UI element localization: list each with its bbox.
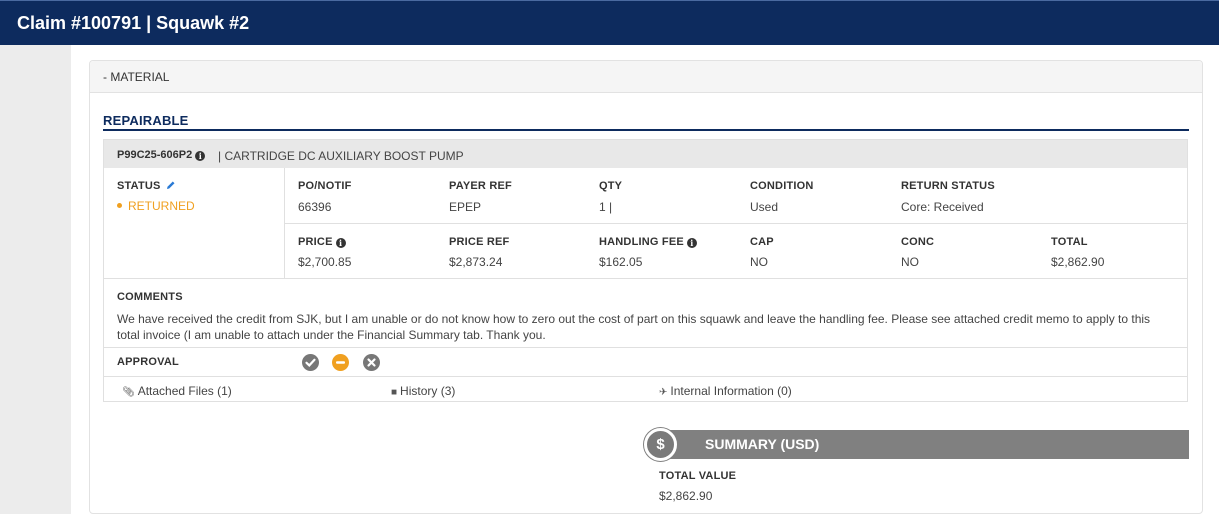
part-fields: PO/NOTIF 66396 PAYER REF EPEP QTY 1 | CO…: [285, 168, 1188, 279]
info-icon[interactable]: i: [195, 151, 206, 161]
total-label: TOTAL: [1051, 236, 1088, 248]
fields-row-2: PRICE i $2,700.85 PRICE REF $2,873.24 HAN…: [285, 224, 1188, 279]
comments-text: We have received the credit from SJK, bu…: [117, 312, 1151, 342]
po-notif-label: PO/NOTIF: [298, 180, 352, 192]
summary-total-value: $2,862.90: [659, 489, 713, 503]
handling-fee-value: $162.05: [599, 255, 643, 269]
total-value: $2,862.90: [1051, 255, 1105, 269]
attached-files-label[interactable]: Attached Files (1): [138, 384, 232, 398]
summary-total-label: TOTAL VALUE: [659, 470, 737, 482]
history-label[interactable]: History (3): [400, 384, 455, 398]
left-gutter: [0, 45, 71, 514]
paperclip-icon: 📎︎: [122, 387, 135, 398]
reject-button[interactable]: [363, 354, 380, 371]
internal-info-label[interactable]: Internal Information (0): [670, 384, 791, 398]
conc-label: CONC: [901, 236, 935, 248]
price-label-text: PRICE: [298, 236, 333, 248]
condition-value: Used: [750, 200, 779, 214]
status-label-text: STATUS: [117, 180, 161, 192]
return-status-label: RETURN STATUS: [901, 180, 995, 192]
section-title: REPAIRABLE: [103, 113, 189, 128]
status-label: STATUS: [117, 180, 176, 192]
approve-button[interactable]: [302, 354, 319, 371]
cap-value: NO: [750, 255, 768, 269]
comments-label: COMMENTS: [117, 291, 183, 303]
material-panel-title[interactable]: - MATERIAL: [103, 70, 169, 84]
approval-section: APPROVAL: [104, 348, 1187, 377]
handling-fee-label-text: HANDLING FEE: [599, 236, 684, 248]
payer-ref-label: PAYER REF: [449, 180, 512, 192]
condition-label: CONDITION: [750, 180, 814, 192]
status-column: STATUS RETURNED: [104, 168, 285, 279]
check-icon: [305, 358, 316, 367]
return-status-value: Core: Received: [901, 200, 984, 214]
summary-title: SUMMARY (USD): [705, 436, 820, 452]
price-label: PRICE i: [298, 236, 346, 248]
minus-icon: [336, 361, 345, 364]
plane-icon: ✈︎: [659, 387, 668, 398]
part-description: | CARTRIDGE DC AUXILIARY BOOST PUMP: [218, 149, 464, 163]
handling-fee-label: HANDLING FEE i: [599, 236, 697, 248]
book-icon: ■: [391, 387, 398, 398]
handling-fee-info-icon[interactable]: i: [686, 238, 697, 248]
price-ref-value: $2,873.24: [449, 255, 503, 269]
summary-header: SUMMARY (USD): [660, 430, 1189, 459]
conc-value: NO: [901, 255, 919, 269]
payer-ref-value: EPEP: [449, 200, 482, 214]
status-badge: RETURNED: [117, 199, 195, 213]
app-header: Claim #100791 | Squawk #2: [0, 0, 1219, 45]
page-title: Claim #100791 | Squawk #2: [17, 13, 250, 33]
history-link[interactable]: ■ History (3): [391, 384, 455, 398]
internal-info-link[interactable]: ✈︎ Internal Information (0): [659, 384, 792, 398]
fields-row-1: PO/NOTIF 66396 PAYER REF EPEP QTY 1 | CO…: [285, 168, 1188, 224]
status-dot-icon: [117, 203, 122, 208]
price-value: $2,700.85: [298, 255, 352, 269]
material-panel-toggle[interactable]: - MATERIAL: [90, 61, 1202, 93]
part-number: P99C25-606P2 i: [117, 149, 206, 161]
part-card: P99C25-606P2 i | CARTRIDGE DC AUXILIARY B…: [103, 139, 1188, 402]
status-value: RETURNED: [128, 199, 195, 213]
attached-files-link[interactable]: 📎︎ Attached Files (1): [122, 384, 232, 398]
comments-section: COMMENTS We have received the credit fro…: [104, 279, 1187, 348]
price-ref-label: PRICE REF: [449, 236, 510, 248]
part-number-text: P99C25-606P2: [117, 149, 193, 161]
qty-value: 1 |: [599, 200, 613, 214]
qty-label: QTY: [599, 180, 623, 192]
part-header: P99C25-606P2 i | CARTRIDGE DC AUXILIARY B…: [104, 140, 1187, 168]
pending-button[interactable]: [332, 354, 349, 371]
section-divider: [103, 129, 1189, 131]
po-notif-value: 66396: [298, 200, 332, 214]
x-icon: [367, 358, 376, 367]
links-row: 📎︎ Attached Files (1) ■ History (3) ✈︎ Inte…: [104, 377, 1187, 403]
dollar-icon: $: [644, 428, 677, 461]
price-info-icon[interactable]: i: [335, 238, 346, 248]
pencil-icon[interactable]: [166, 180, 176, 190]
cap-label: CAP: [750, 236, 774, 248]
approval-label: APPROVAL: [117, 356, 179, 368]
